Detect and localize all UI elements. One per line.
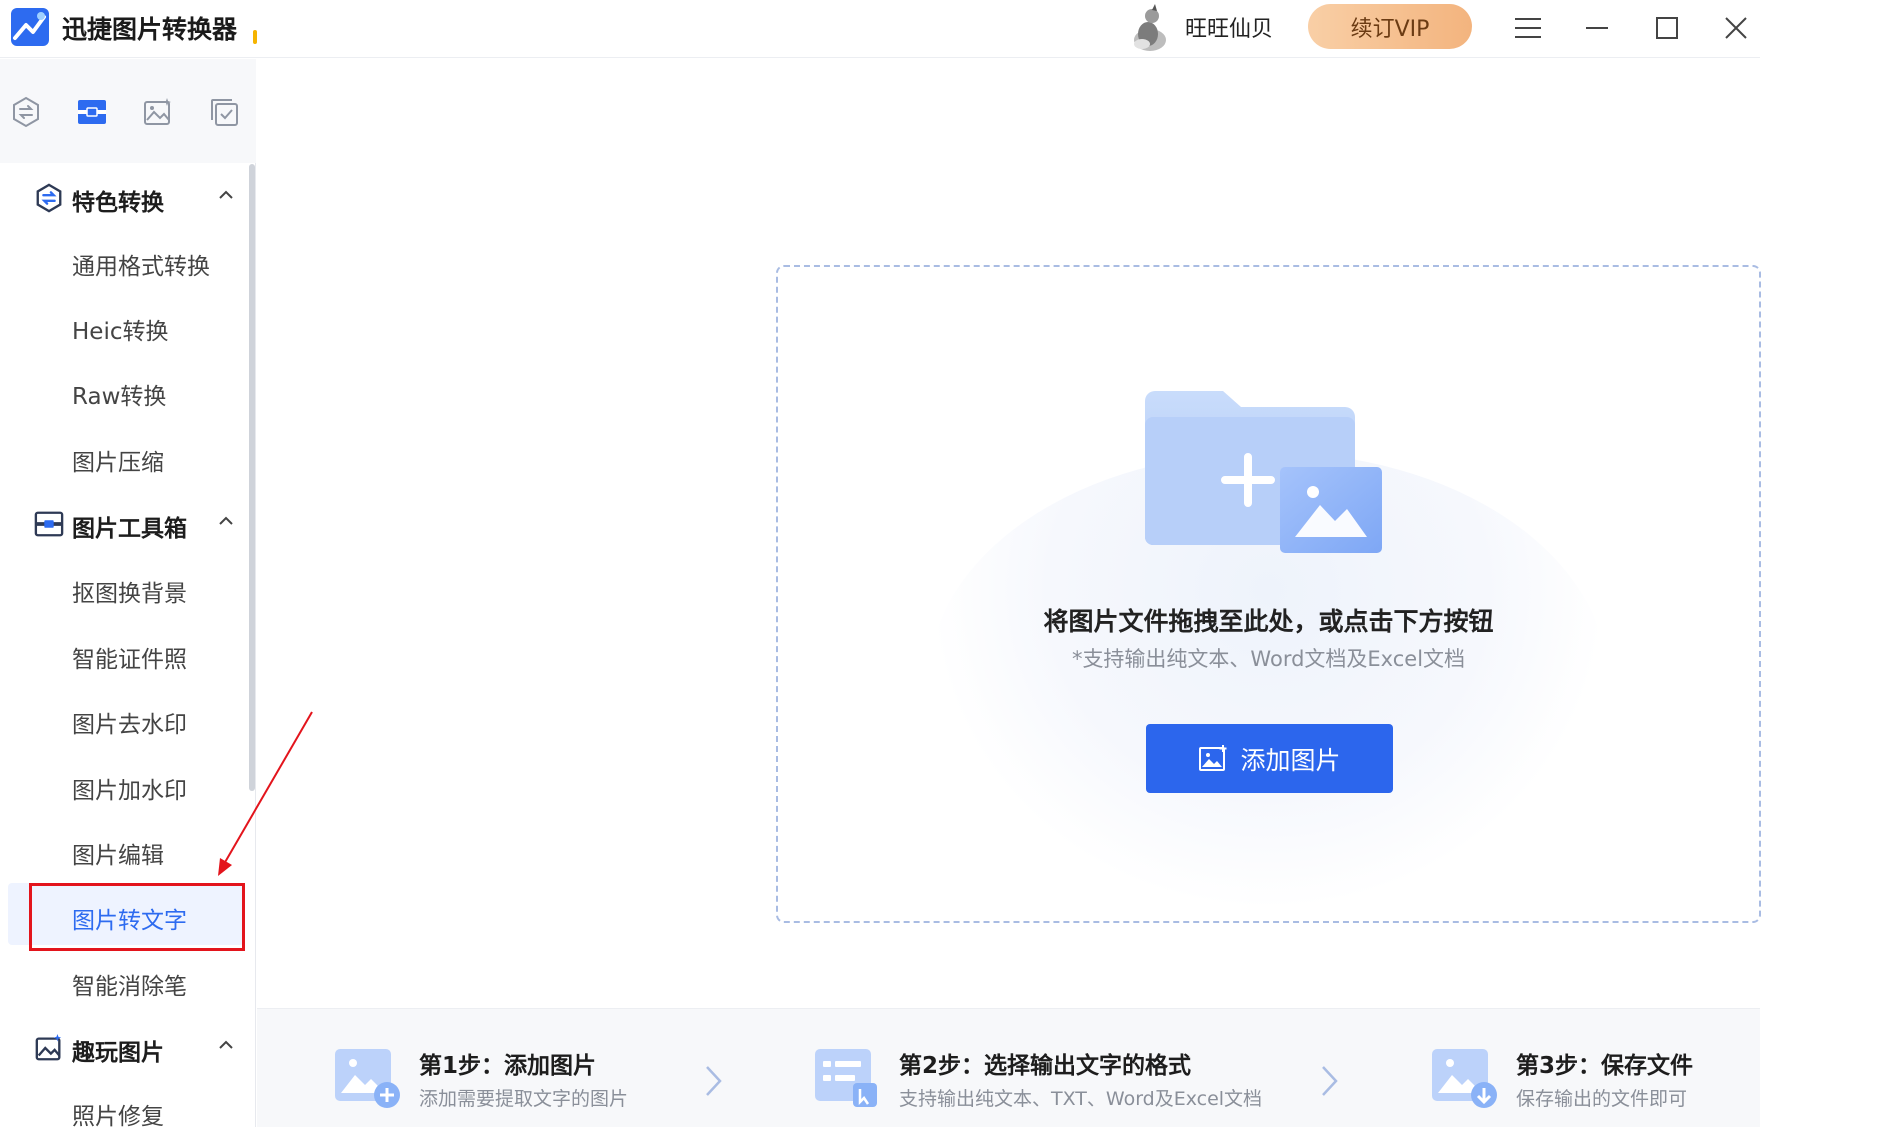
convert-icon — [13, 96, 39, 128]
step-title: 第2步：选择输出文字的格式 — [899, 1053, 1192, 1079]
menu-icon — [1515, 18, 1541, 38]
step-desc: 支持输出纯文本、TXT、Word及Excel文档 — [899, 1088, 1263, 1110]
batch-check-icon — [211, 99, 238, 126]
section-image-toolbox[interactable]: 图片工具箱 — [0, 499, 250, 549]
save-image-icon — [1432, 1049, 1497, 1108]
avatar[interactable] — [1128, 4, 1172, 52]
sidebar-item-raw[interactable]: Raw转换 — [72, 377, 166, 411]
user-name[interactable]: 旺旺仙贝 — [1185, 11, 1273, 43]
steps-bar: 第1步：添加图片 添加需要提取文字的图片 第2步：选择输出文字的格式 支持输出纯… — [257, 1008, 1760, 1127]
sidebar-item-heic[interactable]: Heic转换 — [72, 312, 168, 346]
maximize-button[interactable] — [1647, 8, 1687, 48]
step-desc: 保存输出的文件即可 — [1516, 1088, 1688, 1110]
sidebar-item-remove-watermark[interactable]: 图片去水印 — [72, 705, 187, 739]
add-image-label: 添加图片 — [1240, 745, 1341, 775]
image-fun-icon — [35, 1033, 62, 1061]
chevron-right-icon — [1322, 1066, 1338, 1096]
close-icon — [1725, 17, 1747, 39]
sidebar-scrollbar[interactable] — [249, 164, 255, 791]
image-icon — [1199, 744, 1227, 771]
section-label: 图片工具箱 — [72, 516, 187, 542]
renew-vip-button[interactable]: 续订VIP — [1308, 4, 1472, 49]
sidebar-icon-tabs — [0, 59, 256, 163]
tab-feature-convert[interactable] — [9, 95, 43, 129]
chevron-up-icon[interactable] — [218, 187, 234, 203]
sidebar-item-cutout[interactable]: 抠图换背景 — [72, 574, 187, 608]
step-desc: 添加需要提取文字的图片 — [419, 1088, 629, 1110]
image-fun-icon — [144, 98, 171, 125]
sidebar-item-add-watermark[interactable]: 图片加水印 — [72, 771, 187, 805]
sidebar-item-id-photo[interactable]: 智能证件照 — [72, 640, 187, 674]
chevron-up-icon[interactable] — [218, 1037, 234, 1053]
chevron-up-icon[interactable] — [218, 513, 234, 529]
tab-fun-image[interactable] — [141, 95, 175, 129]
section-label: 特色转换 — [72, 190, 164, 216]
tab-image-toolbox[interactable] — [75, 95, 109, 129]
drop-zone[interactable]: 将图片文件拖拽至此处，或点击下方按钮 *支持输出纯文本、Word文档及Excel… — [776, 265, 1761, 923]
app-title: 迅捷图片转换器 — [62, 15, 238, 44]
drop-zone-title: 将图片文件拖拽至此处，或点击下方按钮 — [1043, 607, 1494, 636]
step-title: 第1步：添加图片 — [419, 1053, 597, 1079]
menu-button[interactable] — [1508, 8, 1548, 48]
text-format-icon — [815, 1049, 877, 1107]
close-button[interactable] — [1716, 8, 1756, 48]
minimize-icon — [1586, 27, 1608, 29]
add-image-icon — [335, 1049, 400, 1108]
app-logo — [11, 8, 49, 46]
sidebar-item-compress[interactable]: 图片压缩 — [72, 443, 164, 477]
sidebar-item-image-edit[interactable]: 图片编辑 — [72, 836, 164, 870]
toolbox-icon — [78, 100, 106, 124]
sidebar-item-smart-eraser[interactable]: 智能消除笔 — [72, 967, 187, 1001]
section-feature-convert[interactable]: 特色转换 — [0, 173, 250, 223]
app-title-accent — [253, 30, 257, 44]
toolbox-icon — [34, 511, 64, 537]
minimize-button[interactable] — [1577, 8, 1617, 48]
sidebar-item-photo-repair[interactable]: 照片修复 — [72, 1097, 164, 1127]
sidebar-item-general-format[interactable]: 通用格式转换 — [72, 247, 210, 281]
chevron-right-icon — [706, 1066, 722, 1096]
main-panel: 将图片文件拖拽至此处，或点击下方按钮 *支持输出纯文本、Word文档及Excel… — [257, 59, 1761, 1127]
convert-icon — [36, 183, 62, 213]
section-fun-image[interactable]: 趣玩图片 — [0, 1023, 250, 1073]
section-label: 趣玩图片 — [72, 1040, 164, 1066]
sidebar: 特色转换 通用格式转换 Heic转换 Raw转换 图片压缩 图片工具箱 抠图换背… — [0, 59, 256, 1127]
folder-add-image-icon — [1145, 391, 1382, 553]
drop-zone-subtitle: *支持输出纯文本、Word文档及Excel文档 — [1071, 647, 1466, 671]
tab-batch[interactable] — [207, 95, 241, 129]
annotation-highlight-box — [29, 883, 245, 951]
maximize-icon — [1656, 17, 1678, 39]
title-bar: 迅捷图片转换器 旺旺仙贝 续订VIP — [0, 0, 1760, 58]
step-title: 第3步：保存文件 — [1516, 1053, 1694, 1079]
add-image-button[interactable]: 添加图片 — [1146, 724, 1393, 793]
